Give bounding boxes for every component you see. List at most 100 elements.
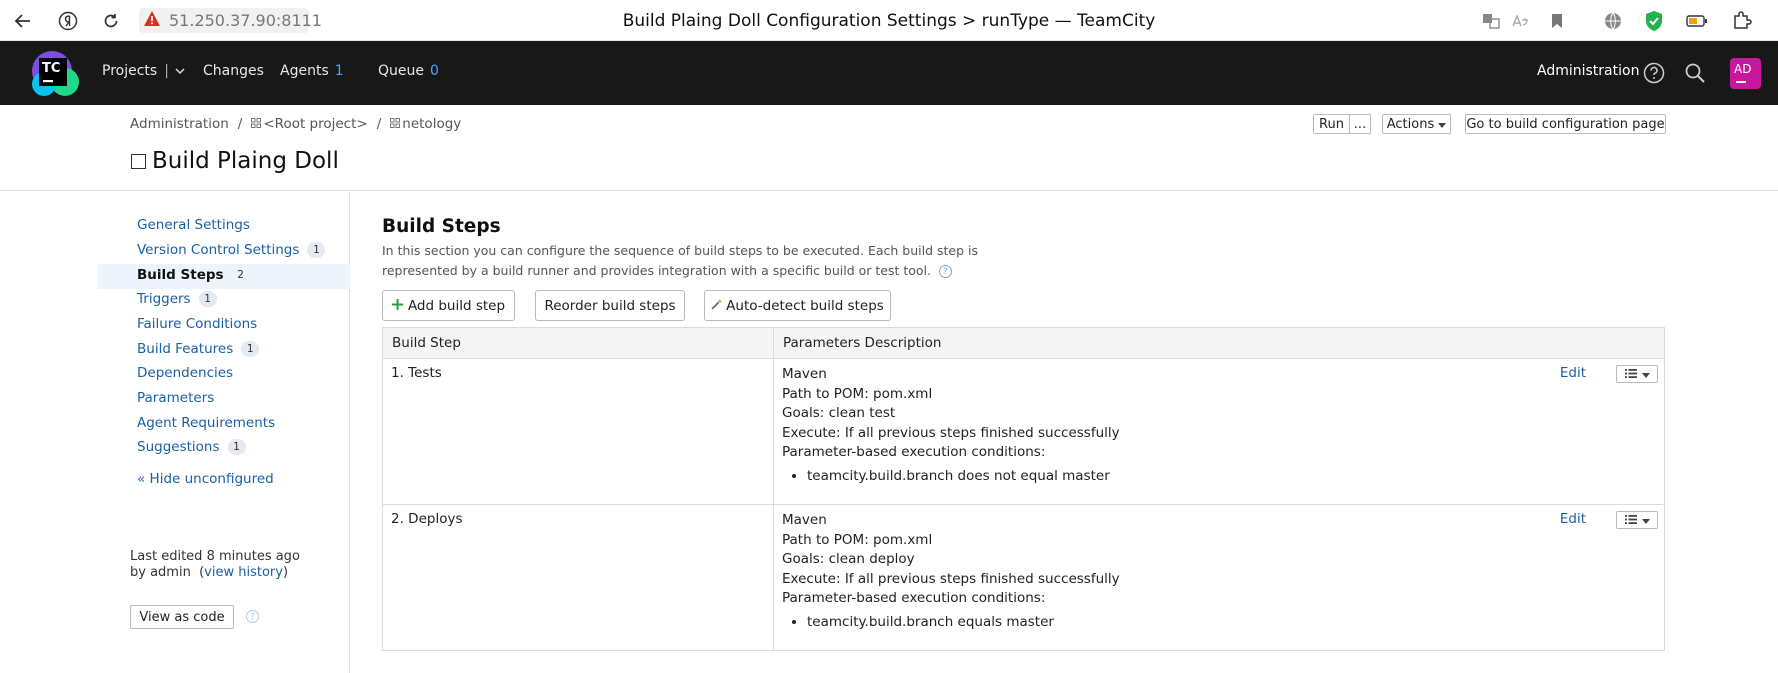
sidebar-item-label: Agent Requirements xyxy=(137,415,276,431)
step-menu-button[interactable] xyxy=(1616,511,1658,529)
sidebar-item-general-settings[interactable]: General Settings xyxy=(137,217,250,233)
last-edited-info: Last edited 8 minutes ago xyxy=(130,549,300,564)
edited-by-info: by admin (view history) xyxy=(130,565,289,580)
condition-item: teamcity.build.branch equals master xyxy=(807,613,1656,632)
auto-detect-label: Auto-detect build steps xyxy=(726,297,884,314)
count-badge: 1 xyxy=(198,291,217,307)
help-question-icon[interactable]: ? xyxy=(246,610,259,623)
extensions-puzzle-icon[interactable] xyxy=(1730,9,1754,33)
step-menu-button[interactable] xyxy=(1616,365,1658,383)
execute-condition: Execute: If all previous steps finished … xyxy=(782,424,1120,441)
breadcrumb-administration[interactable]: Administration xyxy=(130,116,229,132)
step-name-cell[interactable]: 2. Deploys xyxy=(382,504,774,651)
step-name-cell[interactable]: 1. Tests xyxy=(382,358,774,505)
add-build-step-button[interactable]: Add build step xyxy=(382,290,515,321)
table-row: 2. Deploys Maven Path to POM: pom.xml Go… xyxy=(382,504,1665,651)
step-params-cell: Maven Path to POM: pom.xml Goals: clean … xyxy=(774,359,1665,505)
last-edited-label: Last edited xyxy=(130,549,203,564)
chevron-down-icon[interactable] xyxy=(175,63,185,79)
search-icon[interactable] xyxy=(1683,61,1707,85)
sidebar-item-label: Dependencies xyxy=(137,365,234,381)
sidebar-item-dependencies[interactable]: Dependencies xyxy=(137,365,233,381)
build-config-checkbox-icon xyxy=(131,153,146,169)
auto-detect-build-steps-button[interactable]: Auto-detect build steps xyxy=(704,290,891,321)
teamcity-logo[interactable]: TC xyxy=(30,49,80,99)
queue-count: 0 xyxy=(430,63,439,79)
runner-type: Maven xyxy=(782,366,827,382)
help-icon[interactable] xyxy=(1642,61,1666,85)
nav-projects[interactable]: Projects | xyxy=(102,63,185,79)
yandex-logo-icon[interactable] xyxy=(56,9,80,33)
nav-queue[interactable]: Queue 0 xyxy=(378,63,439,79)
nav-divider: | xyxy=(164,63,169,79)
sidebar-item-label: General Settings xyxy=(137,217,250,233)
view-history-link[interactable]: view history xyxy=(204,565,283,580)
page-header: Administration / <Root project> / netolo… xyxy=(0,105,1778,191)
page-title: Build Plaing Doll xyxy=(131,148,339,174)
execute-condition: Execute: If all previous steps finished … xyxy=(782,570,1120,587)
avatar-underline xyxy=(1736,81,1746,83)
sidebar-item-build-steps[interactable]: Build Steps 2 xyxy=(137,267,250,283)
translate-page-icon[interactable] xyxy=(1479,9,1503,33)
edit-step-link[interactable]: Edit xyxy=(1560,511,1586,527)
reader-mode-icon[interactable] xyxy=(1508,9,1532,33)
breadcrumb-netology[interactable]: netology xyxy=(402,116,461,132)
sidebar-item-parameters[interactable]: Parameters xyxy=(137,390,214,406)
battery-icon[interactable] xyxy=(1685,9,1709,33)
sidebar-item-label: Build Features xyxy=(137,341,234,357)
globe-icon[interactable] xyxy=(1601,9,1625,33)
count-badge: 1 xyxy=(241,341,260,357)
avatar-initials: AD xyxy=(1734,62,1752,76)
nav-changes[interactable]: Changes xyxy=(203,63,264,79)
build-steps-table: Build Step Parameters Description 1. Tes… xyxy=(382,327,1665,651)
administration-link[interactable]: Administration xyxy=(1537,63,1639,79)
breadcrumb-root-project[interactable]: <Root project> xyxy=(263,116,367,132)
caret-down-icon xyxy=(1641,512,1650,528)
shield-check-icon[interactable] xyxy=(1642,9,1666,33)
reload-icon[interactable] xyxy=(99,9,123,33)
agents-count: 1 xyxy=(334,63,344,79)
address-bar[interactable]: 51.250.37.90:8111 xyxy=(139,8,322,33)
sidebar-item-label: Build Steps xyxy=(137,267,224,283)
sidebar-item-label: Suggestions xyxy=(137,439,220,455)
reorder-build-steps-button[interactable]: Reorder build steps xyxy=(535,290,685,321)
run-button[interactable]: Run xyxy=(1313,114,1350,134)
sidebar-item-triggers[interactable]: Triggers 1 xyxy=(137,291,217,307)
logo-text: TC xyxy=(42,61,61,76)
user-avatar[interactable]: AD xyxy=(1730,58,1761,89)
run-options-button[interactable]: ... xyxy=(1349,114,1371,134)
settings-sidebar: General Settings Version Control Setting… xyxy=(0,192,350,673)
hide-unconfigured-link[interactable]: « Hide unconfigured xyxy=(137,471,274,487)
go-to-build-configuration-button[interactable]: Go to build configuration page xyxy=(1465,114,1666,134)
conditions-list: teamcity.build.branch does not equal mas… xyxy=(782,467,1656,486)
help-question-icon[interactable]: ? xyxy=(939,265,952,278)
warning-triangle-icon xyxy=(143,10,161,31)
caret-down-icon xyxy=(1438,117,1447,132)
view-as-code-button[interactable]: View as code xyxy=(130,605,234,629)
bookmark-icon[interactable] xyxy=(1545,9,1569,33)
edit-step-link[interactable]: Edit xyxy=(1560,365,1586,381)
list-icon xyxy=(1624,512,1637,528)
section-description: In this section you can configure the se… xyxy=(382,241,1042,281)
actions-button[interactable]: Actions xyxy=(1382,114,1451,134)
back-arrow-icon[interactable] xyxy=(11,9,35,33)
goals: Goals: clean test xyxy=(782,405,896,421)
count-badge: 1 xyxy=(227,439,246,455)
project-grid-icon xyxy=(390,116,401,132)
sidebar-item-agent-requirements[interactable]: Agent Requirements xyxy=(137,415,275,431)
sidebar-item-version-control-settings[interactable]: Version Control Settings 1 xyxy=(137,242,326,258)
nav-agents[interactable]: Agents 1 xyxy=(280,63,344,79)
sidebar-item-failure-conditions[interactable]: Failure Conditions xyxy=(137,316,257,332)
sidebar-item-suggestions[interactable]: Suggestions 1 xyxy=(137,439,246,455)
last-edited-time: 8 minutes ago xyxy=(206,549,300,564)
caret-down-icon xyxy=(1641,366,1650,382)
breadcrumb: Administration / <Root project> / netolo… xyxy=(130,116,461,132)
edited-by-user: by admin xyxy=(130,565,191,580)
column-header-parameters-description: Parameters Description xyxy=(773,327,1665,359)
sidebar-item-build-features[interactable]: Build Features 1 xyxy=(137,341,260,357)
plus-icon xyxy=(391,298,403,314)
project-grid-icon xyxy=(251,116,262,132)
goals: Goals: clean deploy xyxy=(782,551,915,567)
section-description-text: In this section you can configure the se… xyxy=(382,243,978,278)
sidebar-item-label: Triggers xyxy=(137,291,191,307)
